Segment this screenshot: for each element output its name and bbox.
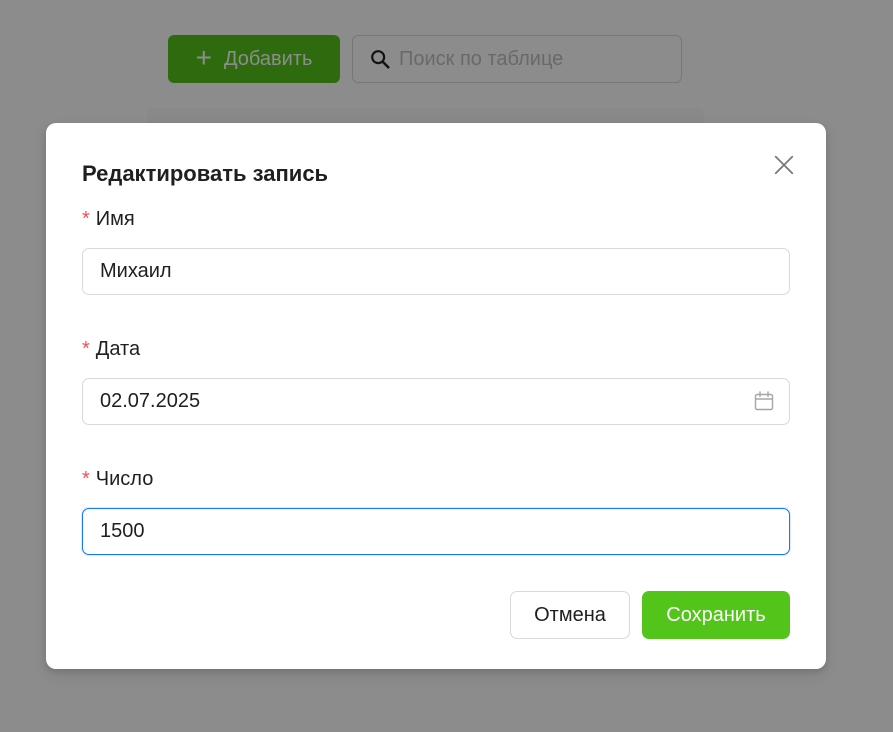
- required-mark: *: [82, 208, 90, 230]
- number-field-label: * Число: [82, 468, 153, 491]
- calendar-icon[interactable]: [754, 391, 774, 411]
- edit-record-modal: Редактировать запись * Имя * Дата * Числ…: [46, 123, 826, 669]
- number-label-text: Число: [95, 468, 154, 490]
- date-field-label: * Дата: [82, 338, 140, 361]
- required-mark: *: [82, 468, 90, 490]
- name-input[interactable]: [82, 248, 790, 295]
- date-input[interactable]: [82, 378, 790, 425]
- cancel-button[interactable]: Отмена: [510, 591, 630, 639]
- name-field-label: * Имя: [82, 208, 135, 231]
- name-label-text: Имя: [95, 208, 135, 230]
- modal-title: Редактировать запись: [82, 161, 329, 186]
- close-icon: [774, 155, 794, 175]
- number-input[interactable]: [82, 508, 790, 555]
- date-picker[interactable]: [82, 378, 790, 425]
- date-label-text: Дата: [95, 338, 141, 360]
- required-mark: *: [82, 338, 90, 360]
- close-button[interactable]: [770, 151, 798, 179]
- save-button[interactable]: Сохранить: [642, 591, 790, 639]
